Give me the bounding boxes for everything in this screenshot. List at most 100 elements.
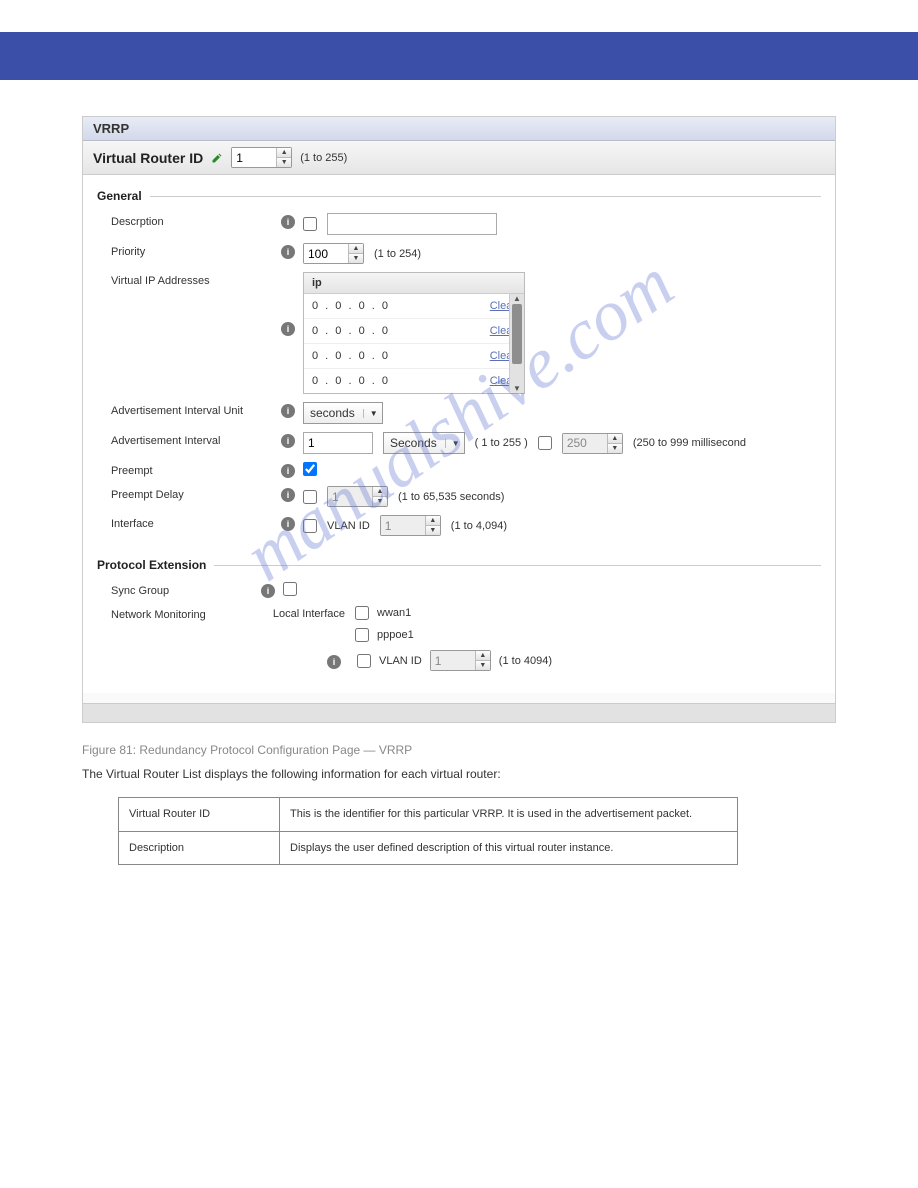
ip-row: 0 . 0 . 0 . 0Clear bbox=[304, 294, 524, 319]
info-icon[interactable]: i bbox=[281, 404, 295, 418]
info-icon[interactable]: i bbox=[327, 655, 341, 669]
spin-up-icon[interactable]: ▲ bbox=[426, 516, 440, 526]
vrid-label: Virtual Router ID bbox=[93, 150, 203, 166]
vip-label: Virtual IP Addresses bbox=[97, 272, 281, 287]
netmon-wwan1-label: wwan1 bbox=[377, 607, 411, 619]
info-icon[interactable]: i bbox=[281, 215, 295, 229]
interface-vlan-label: VLAN ID bbox=[327, 520, 370, 532]
netmon-vlan-checkbox[interactable] bbox=[357, 654, 371, 668]
local-interface-label: Local Interface bbox=[261, 606, 345, 620]
preempt-delay-input[interactable]: ▲▼ bbox=[327, 486, 388, 507]
preempt-delay-label: Preempt Delay bbox=[97, 486, 281, 501]
adv-int-hint: ( 1 to 255 ) bbox=[475, 437, 528, 449]
netmon-vlan-input[interactable]: ▲▼ bbox=[430, 650, 491, 671]
sync-group-label: Sync Group bbox=[97, 582, 261, 597]
interface-vlan-input[interactable]: ▲▼ bbox=[380, 515, 441, 536]
description-label: Descrption bbox=[97, 213, 281, 228]
desc-cell: Displays the user defined description of… bbox=[280, 831, 738, 865]
preempt-delay-hint: (1 to 65,535 seconds) bbox=[398, 491, 504, 503]
table-row: Virtual Router IDThis is the identifier … bbox=[119, 798, 738, 832]
priority-label: Priority bbox=[97, 243, 281, 258]
guide-table: Virtual Router IDThis is the identifier … bbox=[118, 797, 738, 865]
info-icon[interactable]: i bbox=[261, 584, 275, 598]
info-icon[interactable]: i bbox=[281, 322, 295, 336]
adv-unit-select[interactable]: seconds ▼ bbox=[303, 402, 383, 424]
ip-value[interactable]: 0 . 0 . 0 . 0 bbox=[312, 375, 390, 387]
spin-up-icon[interactable]: ▲ bbox=[373, 487, 387, 497]
section-general: General bbox=[97, 189, 821, 203]
priority-input[interactable]: ▲▼ bbox=[303, 243, 364, 264]
sync-group-checkbox[interactable] bbox=[283, 582, 297, 596]
top-banner bbox=[0, 32, 918, 80]
adv-int-unit-value: Seconds bbox=[390, 436, 437, 450]
info-icon[interactable]: i bbox=[281, 488, 295, 502]
adv-ms-enable-checkbox[interactable] bbox=[538, 436, 552, 450]
interface-label: Interface bbox=[97, 515, 281, 530]
spin-up-icon[interactable]: ▲ bbox=[476, 651, 490, 661]
description-enable-checkbox[interactable] bbox=[303, 217, 317, 231]
vrid-input[interactable]: ▲▼ bbox=[231, 147, 292, 168]
general-heading: General bbox=[97, 189, 150, 203]
section-protocol-extension: Protocol Extension bbox=[97, 558, 821, 572]
virtual-ip-table: ip 0 . 0 . 0 . 0Clear0 . 0 . 0 . 0Clear0… bbox=[303, 272, 525, 394]
spin-down-icon[interactable]: ▼ bbox=[426, 526, 440, 535]
netmon-pppoe1-checkbox[interactable] bbox=[355, 628, 369, 642]
adv-ms-input[interactable]: ▲▼ bbox=[562, 433, 623, 454]
spin-up-icon[interactable]: ▲ bbox=[608, 434, 622, 444]
adv-int-unit-select[interactable]: Seconds ▼ bbox=[383, 432, 465, 454]
spin-down-icon[interactable]: ▼ bbox=[373, 497, 387, 506]
scroll-down-icon[interactable]: ▼ bbox=[510, 384, 524, 393]
status-strip bbox=[83, 703, 835, 722]
preempt-delay-enable-checkbox[interactable] bbox=[303, 490, 317, 504]
adv-int-input[interactable] bbox=[303, 432, 373, 454]
vrid-up-icon[interactable]: ▲ bbox=[277, 148, 291, 158]
edit-icon[interactable] bbox=[211, 152, 223, 164]
preempt-checkbox[interactable] bbox=[303, 462, 317, 476]
priority-value[interactable] bbox=[304, 244, 348, 263]
netmon-vlan-value[interactable] bbox=[431, 651, 475, 670]
virtual-router-id-header: Virtual Router ID ▲▼ (1 to 255) bbox=[83, 141, 835, 175]
description-input[interactable] bbox=[327, 213, 497, 235]
spin-down-icon[interactable]: ▼ bbox=[476, 661, 490, 670]
vrrp-screenshot: manualshive.com VRRP Virtual Router ID ▲… bbox=[82, 116, 836, 723]
priority-hint: (1 to 254) bbox=[374, 248, 421, 260]
adv-ms-value[interactable] bbox=[563, 434, 607, 453]
protocol-extension-heading: Protocol Extension bbox=[97, 558, 214, 572]
spin-down-icon[interactable]: ▼ bbox=[349, 254, 363, 263]
ip-value[interactable]: 0 . 0 . 0 . 0 bbox=[312, 300, 390, 312]
info-icon[interactable]: i bbox=[281, 434, 295, 448]
param-cell: Description bbox=[119, 831, 280, 865]
desc-cell: This is the identifier for this particul… bbox=[280, 798, 738, 832]
ip-value[interactable]: 0 . 0 . 0 . 0 bbox=[312, 325, 390, 337]
ip-row: 0 . 0 . 0 . 0Clear bbox=[304, 369, 524, 393]
network-monitoring-label: Network Monitoring bbox=[97, 606, 261, 621]
scroll-thumb[interactable] bbox=[512, 304, 522, 364]
figure-caption: Figure 81: Redundancy Protocol Configura… bbox=[82, 741, 836, 759]
info-icon[interactable]: i bbox=[281, 464, 295, 478]
ip-row: 0 . 0 . 0 . 0Clear bbox=[304, 319, 524, 344]
vrid-value[interactable] bbox=[232, 148, 276, 167]
guide-text: Figure 81: Redundancy Protocol Configura… bbox=[82, 741, 836, 865]
scroll-up-icon[interactable]: ▲ bbox=[510, 294, 524, 303]
ip-value[interactable]: 0 . 0 . 0 . 0 bbox=[312, 350, 390, 362]
spin-down-icon[interactable]: ▼ bbox=[608, 444, 622, 453]
interface-vlan-hint: (1 to 4,094) bbox=[451, 520, 507, 532]
chevron-down-icon: ▼ bbox=[445, 439, 460, 448]
ip-row: 0 . 0 . 0 . 0Clear bbox=[304, 344, 524, 369]
interface-enable-checkbox[interactable] bbox=[303, 519, 317, 533]
chevron-down-icon: ▼ bbox=[363, 409, 378, 418]
info-icon[interactable]: i bbox=[281, 245, 295, 259]
adv-ms-hint: (250 to 999 millisecond bbox=[633, 437, 746, 449]
ip-col-header: ip bbox=[304, 273, 524, 294]
panel-title: VRRP bbox=[83, 117, 835, 141]
vrid-down-icon[interactable]: ▼ bbox=[277, 158, 291, 167]
interface-vlan-value[interactable] bbox=[381, 516, 425, 535]
guide-intro: The Virtual Router List displays the fol… bbox=[82, 765, 836, 783]
ip-scrollbar[interactable]: ▲ ▼ bbox=[509, 294, 524, 393]
adv-unit-value: seconds bbox=[310, 406, 355, 420]
preempt-label: Preempt bbox=[97, 462, 281, 477]
netmon-wwan1-checkbox[interactable] bbox=[355, 606, 369, 620]
spin-up-icon[interactable]: ▲ bbox=[349, 244, 363, 254]
info-icon[interactable]: i bbox=[281, 517, 295, 531]
preempt-delay-value[interactable] bbox=[328, 487, 372, 506]
